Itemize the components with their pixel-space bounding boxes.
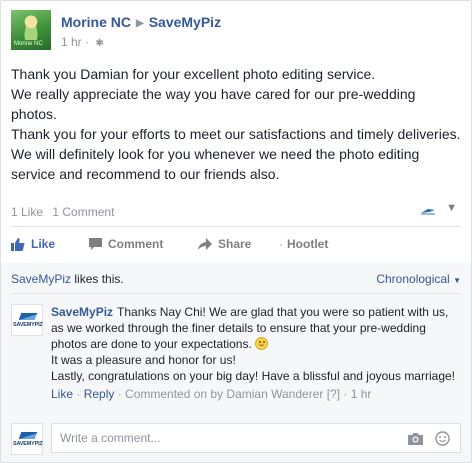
post-author-line: Morine NC ▶ SaveMyPiz <box>61 14 221 30</box>
share-button[interactable]: Share <box>198 237 251 251</box>
sort-dropdown[interactable]: Chronological ▼ <box>376 272 461 286</box>
write-comment-row: SAVEMYPIZ <box>11 423 461 455</box>
separator-dot: · <box>279 237 283 251</box>
author-name-link[interactable]: Morine NC <box>61 14 131 30</box>
comment-like-link[interactable]: Like <box>51 387 73 401</box>
current-page-avatar: SAVEMYPIZ <box>11 423 43 455</box>
liker-link[interactable]: SaveMyPiz <box>11 272 71 286</box>
post-line: We really appreciate the way you have ca… <box>11 86 416 122</box>
comment-meta: Like · Reply · Commented on by Damian Wa… <box>51 387 372 401</box>
gear-icon[interactable]: ✱ <box>95 38 103 49</box>
chevron-down-icon[interactable]: ▼ <box>446 202 457 214</box>
logo-label: SAVEMYPIZ <box>13 322 43 328</box>
hootlet-button[interactable]: · Hootlet <box>279 237 328 251</box>
like-label: Like <box>31 237 56 251</box>
post-line: Thank you for your efforts to meet our s… <box>11 126 461 142</box>
info-link[interactable]: [?] <box>327 387 340 401</box>
share-arrow-icon <box>198 238 212 250</box>
camera-icon[interactable] <box>408 432 423 445</box>
comment-time[interactable]: 1 hr <box>351 387 372 401</box>
comment-reply-link[interactable]: Reply <box>84 387 115 401</box>
comment-input[interactable] <box>58 430 392 446</box>
comment-text: It was a pleasure and honor for us! <box>51 353 236 367</box>
share-label: Share <box>218 237 252 251</box>
logo-mark-icon <box>18 313 38 320</box>
logo-mark-icon <box>18 432 38 439</box>
thumbs-up-icon <box>11 237 25 251</box>
likes-summary: SaveMyPiz likes this. <box>11 272 124 286</box>
hootlet-label: Hootlet <box>287 237 329 251</box>
arrow-right-icon: ▶ <box>136 18 144 29</box>
like-count[interactable]: 1 Like <box>11 205 43 219</box>
post-actions: Like Comment Share · Hootlet <box>11 237 461 255</box>
commented-by-text: Commented on by Damian Wanderer <box>125 387 324 401</box>
avatar-text: Morine NC <box>14 41 43 47</box>
post-message: Thank you Damian for your excellent phot… <box>11 64 461 184</box>
comment-text: Lastly, congratulations on your big day!… <box>51 369 455 383</box>
page-name-link[interactable]: SaveMyPiz <box>149 14 221 30</box>
comment-count[interactable]: 1 Comment <box>52 205 114 219</box>
comment-label: Comment <box>108 237 164 251</box>
post-meta: 1 hr · ✱ <box>61 35 104 49</box>
page-share-icon[interactable] <box>419 205 437 217</box>
post-line: We will definitely look for you whenever… <box>11 146 420 182</box>
post-header: Morine NC Morine NC ▶ SaveMyPiz 1 hr · ✱ <box>11 9 461 50</box>
caret-down-icon: ▼ <box>453 276 461 285</box>
divider <box>11 226 461 227</box>
comment-icon <box>89 238 102 250</box>
post-timestamp[interactable]: 1 hr <box>61 35 82 49</box>
commenter-avatar[interactable]: SAVEMYPIZ <box>11 304 43 336</box>
comment-input-box[interactable] <box>51 423 461 453</box>
smile-emoji-icon <box>255 337 269 350</box>
comment-button[interactable]: Comment <box>89 237 163 251</box>
emoji-icon[interactable] <box>435 431 450 446</box>
comment-author-link[interactable]: SaveMyPiz <box>51 305 113 319</box>
comment-body: SaveMyPiz Thanks Nay Chi! We are glad tha… <box>51 304 461 402</box>
divider <box>11 293 461 294</box>
author-avatar[interactable]: Morine NC <box>11 10 51 50</box>
reaction-counts: 1 Like 1 Comment <box>11 205 120 219</box>
fairy-figure-icon <box>21 14 41 40</box>
likes-suffix: likes this. <box>71 272 124 286</box>
like-button[interactable]: Like <box>11 237 55 251</box>
sort-label: Chronological <box>376 272 450 286</box>
comments-section: SaveMyPiz likes this. Chronological ▼ SA… <box>1 263 471 462</box>
post-card: Morine NC Morine NC ▶ SaveMyPiz 1 hr · ✱ T… <box>0 0 472 463</box>
logo-label: SAVEMYPIZ <box>13 441 43 447</box>
post-line: Thank you Damian for your excellent phot… <box>11 66 376 82</box>
